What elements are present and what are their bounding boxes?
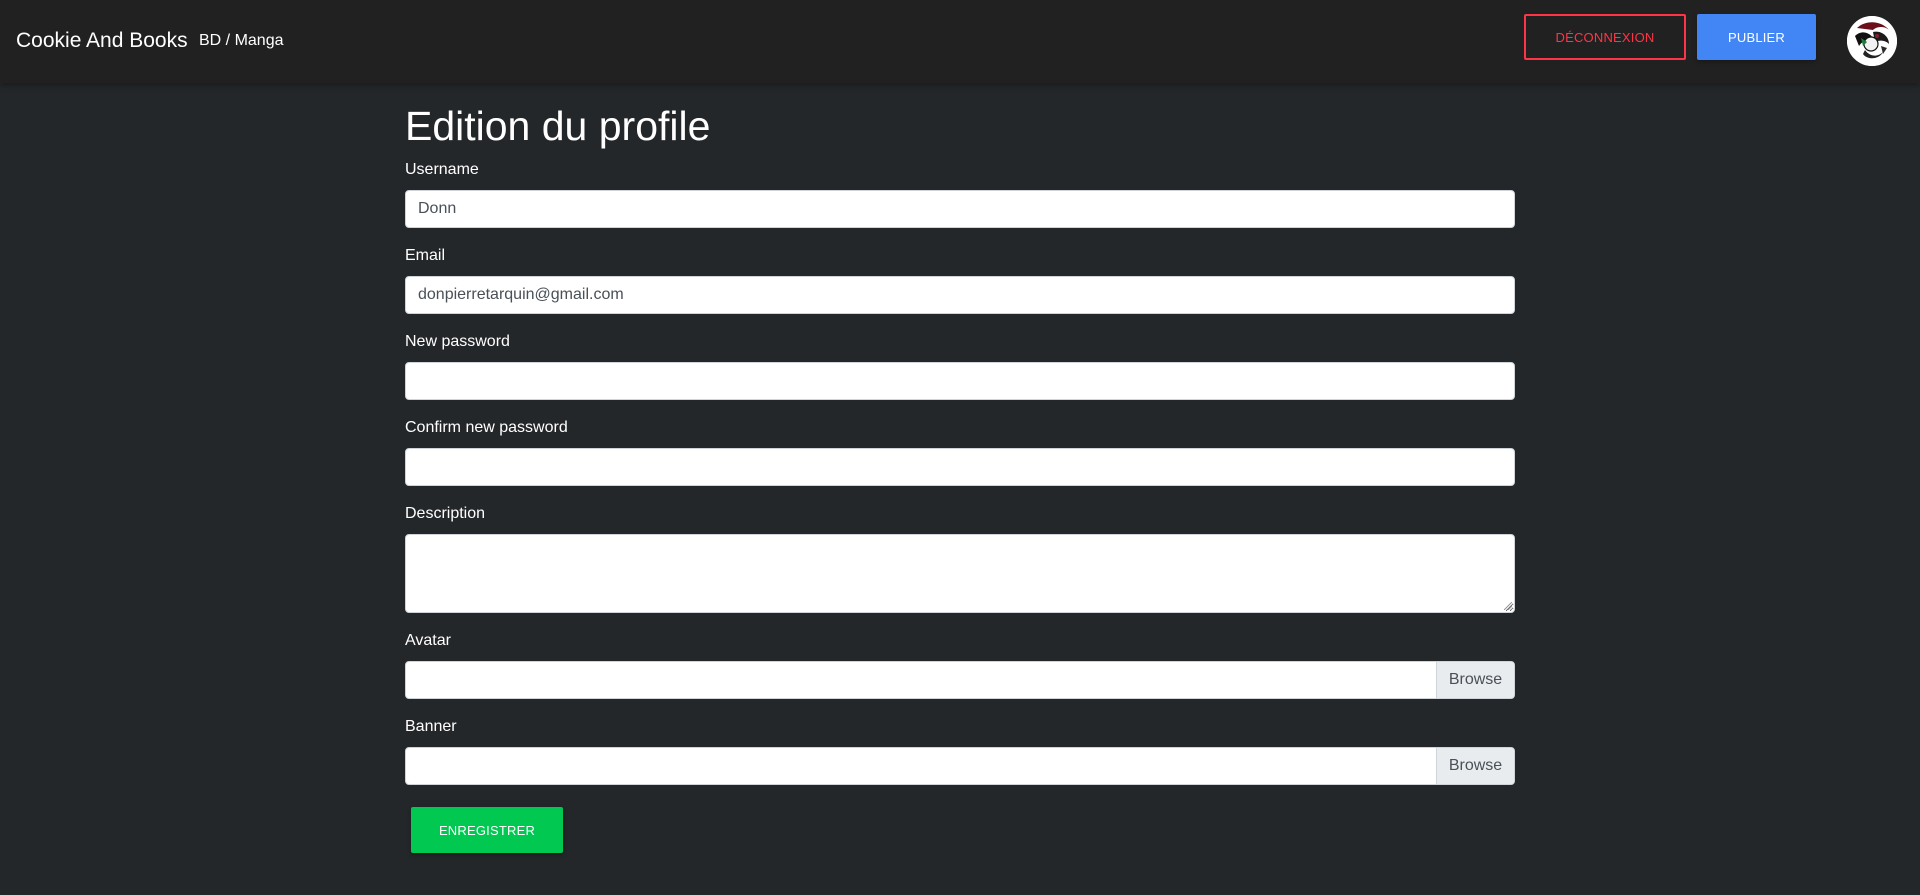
page-title: Edition du profile bbox=[405, 103, 711, 149]
email-input[interactable] bbox=[405, 276, 1515, 314]
logout-button[interactable]: DÉCONNEXION bbox=[1524, 14, 1686, 60]
description-textarea[interactable] bbox=[405, 534, 1515, 613]
banner-label: Banner bbox=[405, 718, 457, 735]
description-wrapper bbox=[405, 534, 1515, 613]
new-password-input[interactable] bbox=[405, 362, 1515, 400]
email-label: Email bbox=[405, 247, 446, 264]
avatar-file-input[interactable]: Browse bbox=[405, 661, 1515, 699]
save-button[interactable]: ENREGISTRER bbox=[411, 807, 563, 853]
top-navbar: Cookie And Books BD / Manga DÉCONNEXION … bbox=[0, 0, 1920, 83]
user-avatar-image bbox=[1847, 16, 1897, 66]
new-password-label: New password bbox=[405, 333, 510, 350]
banner-browse-button[interactable]: Browse bbox=[1436, 748, 1514, 784]
description-label: Description bbox=[405, 505, 486, 522]
user-avatar[interactable] bbox=[1847, 16, 1897, 66]
confirm-password-label: Confirm new password bbox=[405, 419, 568, 436]
nav-link-bd-manga[interactable]: BD / Manga bbox=[199, 31, 283, 51]
avatar-label: Avatar bbox=[405, 632, 451, 649]
confirm-password-input[interactable] bbox=[405, 448, 1515, 486]
banner-file-input[interactable]: Browse bbox=[405, 747, 1515, 785]
brand-link[interactable]: Cookie And Books bbox=[16, 28, 188, 54]
publish-button[interactable]: PUBLIER bbox=[1697, 14, 1816, 60]
avatar-browse-button[interactable]: Browse bbox=[1436, 662, 1514, 698]
username-input[interactable] bbox=[405, 190, 1515, 228]
resize-grip-icon[interactable] bbox=[1504, 602, 1512, 610]
username-label: Username bbox=[405, 161, 479, 178]
